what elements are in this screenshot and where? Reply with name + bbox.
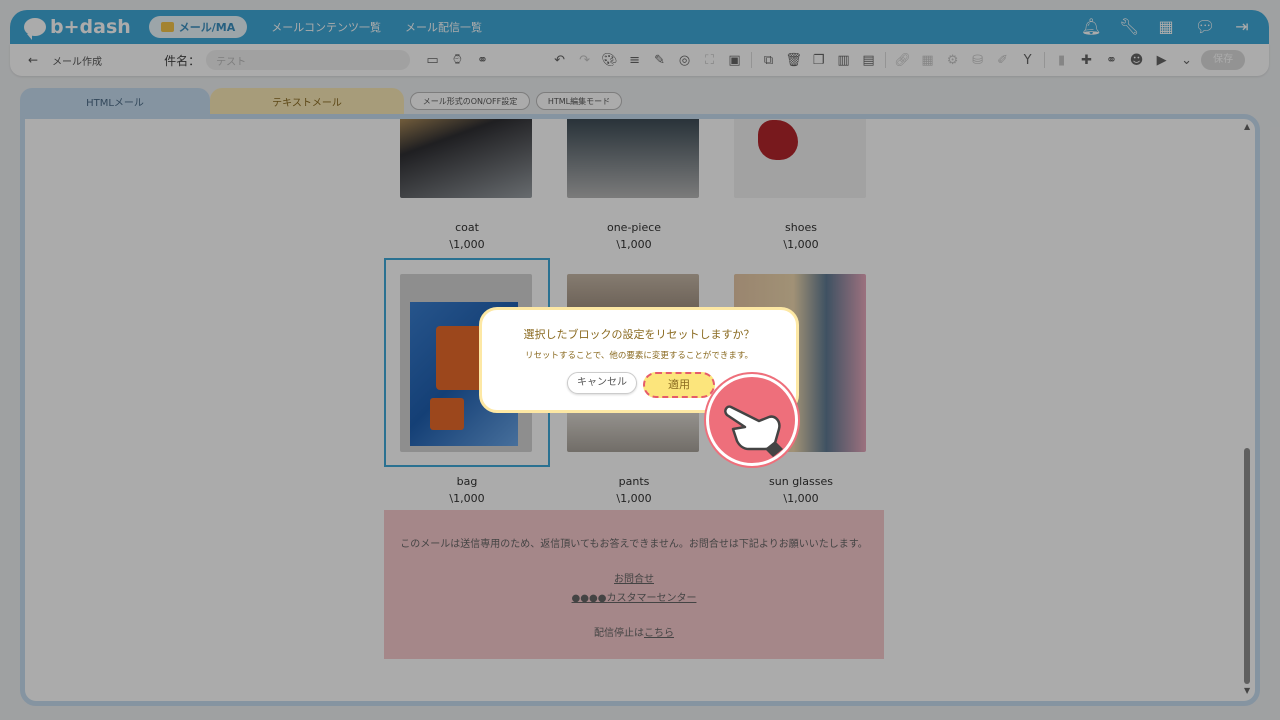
apply-button[interactable]: 適用 [643, 372, 715, 398]
dialog-message: リセットすることで、他の要素に変更することができます。 [524, 351, 754, 361]
dialog-title: 選択したブロックの設定をリセットしますか？ [523, 328, 755, 341]
hand-glyph [724, 405, 783, 457]
pointing-hand-icon [706, 374, 798, 466]
cancel-button[interactable]: キャンセル [567, 372, 637, 394]
